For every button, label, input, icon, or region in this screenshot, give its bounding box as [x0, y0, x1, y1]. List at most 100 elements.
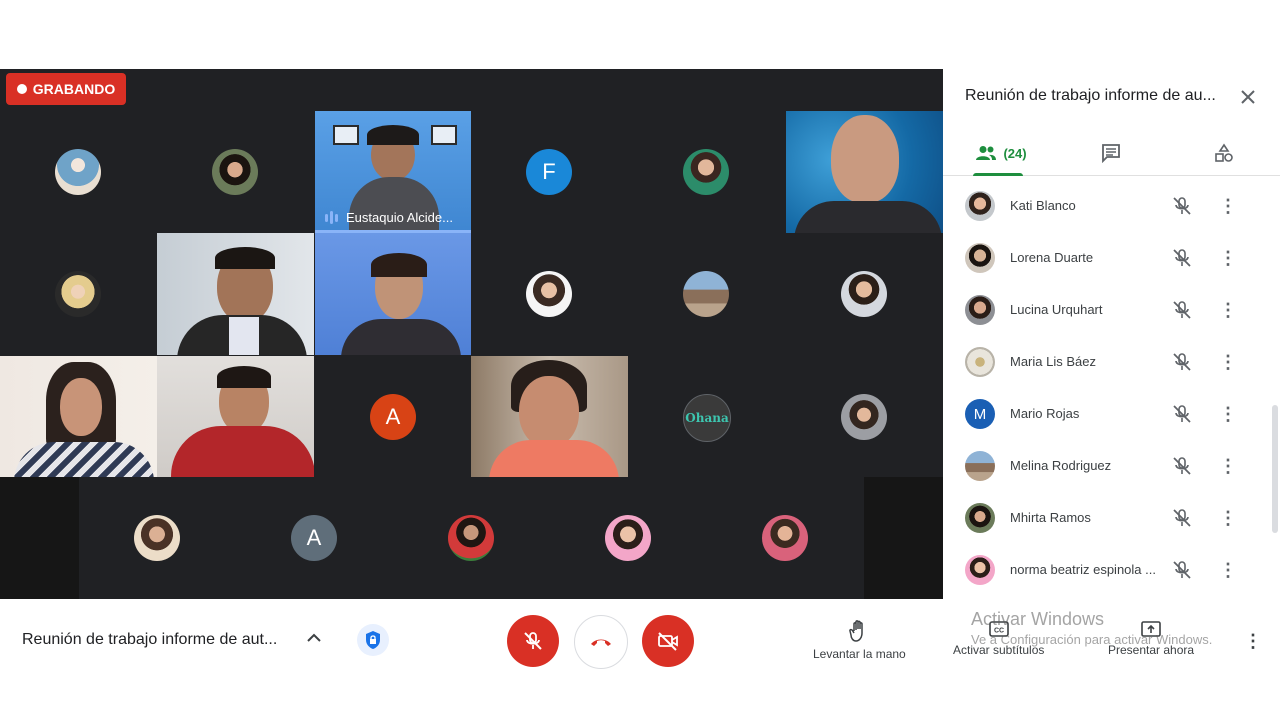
mic-off-icon [524, 632, 542, 650]
participant-tile[interactable] [786, 356, 943, 478]
avatar-initial: F [542, 159, 556, 184]
participant-name: norma beatriz espinola ... [1010, 562, 1156, 577]
mic-off-icon [1173, 509, 1191, 527]
hang-up-icon [591, 639, 611, 646]
participant-avatar: A [370, 394, 416, 440]
participant-tile[interactable] [0, 233, 157, 355]
people-list-item[interactable]: Lorena Duarte ⋮ [943, 233, 1280, 285]
participant-tile[interactable]: F [471, 111, 628, 233]
participant-more-button[interactable]: ⋮ [1219, 246, 1237, 270]
host-controls-button[interactable] [357, 624, 389, 656]
people-list-item[interactable]: Lucina Urquhart ⋮ [943, 285, 1280, 337]
participant-tile[interactable] [0, 111, 157, 233]
people-list-item[interactable]: M Mario Rojas ⋮ [943, 389, 1280, 441]
close-panel-button[interactable] [1238, 87, 1258, 107]
participant-more-button[interactable]: ⋮ [1219, 506, 1237, 530]
tab-chat[interactable] [1098, 131, 1124, 175]
participant-avatar [965, 503, 995, 533]
avatar-initial: A [385, 404, 401, 429]
participant-avatar [841, 394, 887, 440]
shield-lock-icon [366, 631, 380, 649]
grid-filler [0, 477, 79, 599]
active-tab-indicator [973, 173, 1023, 176]
people-list: Kati Blanco ⋮ Lorena Duarte ⋮ Lucina Urq… [943, 181, 1280, 599]
mic-off-icon [1173, 405, 1191, 423]
participant-more-button[interactable]: ⋮ [1219, 558, 1237, 582]
close-icon [1241, 90, 1255, 104]
people-list-item[interactable]: Mhirta Ramos ⋮ [943, 493, 1280, 545]
participant-tile[interactable] [79, 477, 236, 599]
speaker-name: Eustaquio Alcide... [346, 210, 453, 225]
participant-tile[interactable] [628, 233, 785, 355]
participant-more-button[interactable]: ⋮ [1219, 194, 1237, 218]
people-icon [976, 146, 997, 160]
mic-off-icon [1173, 353, 1191, 371]
watermark-subtitle: Ve a Configuración para activar Windows. [971, 632, 1213, 647]
mic-off-icon [1173, 561, 1191, 579]
participant-tile[interactable] [157, 356, 314, 478]
participant-avatar [965, 451, 995, 481]
active-speaker-tile[interactable]: Eustaquio Alcide... [315, 111, 472, 233]
participant-tile[interactable] [471, 356, 628, 478]
leave-call-button[interactable] [574, 615, 628, 669]
people-list-item[interactable]: Maria Lis Báez ⋮ [943, 337, 1280, 389]
participant-name: Mario Rojas [1010, 406, 1080, 421]
participant-avatar [965, 191, 995, 221]
participant-tile[interactable] [157, 233, 314, 355]
participant-avatar: A [291, 515, 337, 561]
participant-tile[interactable]: A [315, 356, 472, 478]
people-count: (24) [1003, 145, 1027, 161]
participant-tile[interactable] [550, 477, 707, 599]
participant-name: Kati Blanco [1010, 198, 1076, 213]
participant-more-button[interactable]: ⋮ [1219, 454, 1237, 478]
participant-tile[interactable] [628, 111, 785, 233]
people-list-item[interactable]: Melina Rodriguez ⋮ [943, 441, 1280, 493]
participant-avatar [212, 149, 258, 195]
people-list-scrollbar[interactable] [1272, 405, 1278, 533]
raise-hand-button[interactable]: Levantar la mano [813, 619, 906, 661]
participant-avatar [965, 243, 995, 273]
participant-more-button[interactable]: ⋮ [1219, 402, 1237, 426]
people-panel: Reunión de trabajo informe de au... (24)… [943, 69, 1280, 599]
tab-activities[interactable] [1211, 131, 1237, 175]
participant-tile[interactable]: Ohana [628, 356, 785, 478]
camera-off-icon [658, 632, 678, 651]
participant-tile[interactable] [0, 356, 157, 478]
participant-avatar [448, 515, 494, 561]
hand-icon [849, 620, 864, 642]
control-bar: Reunión de trabajo informe de aut... Lev… [0, 599, 1280, 719]
participant-name: Melina Rodriguez [1010, 458, 1112, 473]
participant-avatar [965, 347, 995, 377]
participant-tile[interactable] [786, 111, 943, 233]
participant-more-button[interactable]: ⋮ [1219, 298, 1237, 322]
participant-tile[interactable] [157, 111, 314, 233]
avatar-initial: A [306, 525, 322, 550]
people-list-item[interactable]: norma beatriz espinola ... ⋮ [943, 545, 1280, 597]
raise-hand-label: Levantar la mano [813, 647, 906, 661]
tab-people[interactable]: (24) [973, 131, 1029, 175]
windows-activation-watermark: Activar Windows Ve a Configuración para … [971, 609, 1212, 647]
toggle-mic-button[interactable] [507, 615, 559, 667]
participant-avatar: M [965, 399, 995, 429]
participant-more-button[interactable]: ⋮ [1219, 350, 1237, 374]
participant-avatar: Ohana [683, 394, 731, 442]
avatar-initial: M [973, 405, 987, 423]
speaking-indicator-icon [325, 211, 338, 224]
meeting-title[interactable]: Reunión de trabajo informe de aut... [22, 631, 294, 649]
more-options-button[interactable]: ⋮ [1244, 629, 1262, 653]
participant-tile[interactable] [315, 233, 472, 355]
mic-off-icon [1173, 197, 1191, 215]
chevron-up-icon[interactable] [305, 629, 323, 647]
participant-avatar [526, 271, 572, 317]
toggle-camera-button[interactable] [642, 615, 694, 667]
people-list-item[interactable]: Kati Blanco ⋮ [943, 181, 1280, 233]
participant-tile[interactable]: A [236, 477, 393, 599]
participant-tile[interactable] [393, 477, 550, 599]
participant-tile[interactable] [471, 233, 628, 355]
participant-tile[interactable] [786, 233, 943, 355]
participant-tile[interactable] [707, 477, 864, 599]
participant-name: Lucina Urquhart [1010, 302, 1103, 317]
record-dot-icon [16, 84, 27, 94]
mic-off-icon [1173, 249, 1191, 267]
participant-avatar [683, 149, 729, 195]
